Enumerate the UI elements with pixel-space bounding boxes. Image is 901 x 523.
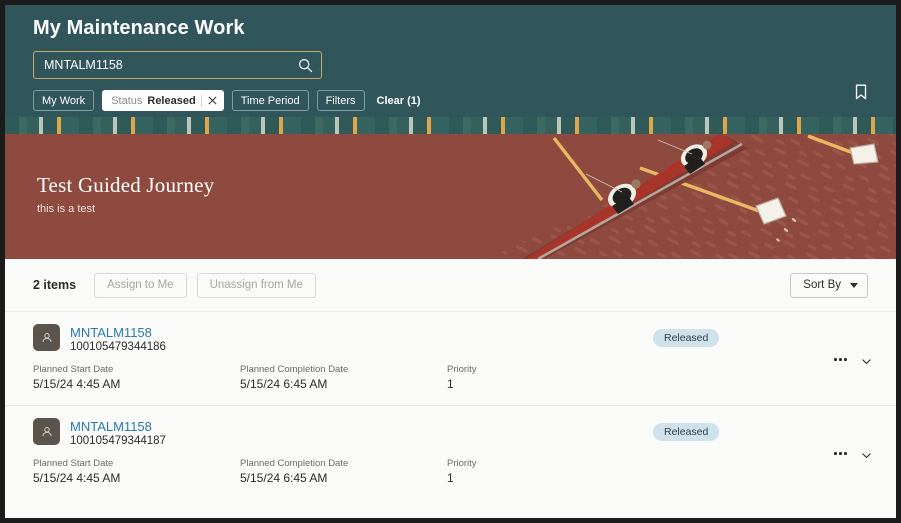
planned-start-date-field: Planned Start Date 5/15/24 4:45 AM [33,364,240,391]
chip-time-period[interactable]: Time Period [231,90,309,111]
priority-field: Priority 1 [447,364,477,391]
chip-filters[interactable]: Filters [316,90,365,111]
chip-my-work[interactable]: My Work [33,90,95,111]
chip-key: Status [111,94,143,107]
rowing-scull-illustration [426,134,896,259]
field-label: Priority [447,458,477,469]
table-row[interactable]: MNTALM1158 100105479344187 Released Plan… [5,405,896,499]
status-badge: Released [653,329,720,347]
field-label: Priority [447,364,477,375]
field-value: 5/15/24 6:45 AM [240,377,328,391]
planned-completion-date-field: Planned Completion Date 5/15/24 6:45 AM [240,364,447,391]
bookmark-icon[interactable] [852,83,870,101]
field-value: 5/15/24 4:45 AM [33,377,121,391]
decorative-pattern-strip [5,117,896,134]
planned-start-date-field: Planned Start Date 5/15/24 4:45 AM [33,458,240,485]
item-count: 2 items [33,278,77,292]
list-toolbar: 2 items Assign to Me Unassign from Me So… [5,259,896,311]
chip-status-released[interactable]: Status Released [102,90,224,111]
clear-filters-link[interactable]: Clear (1) [377,95,421,107]
work-order-id: 100105479344187 [70,435,166,447]
page-header: My Maintenance Work My Work Status Relea… [5,5,896,117]
work-order-list: MNTALM1158 100105479344186 Released Plan… [5,311,896,499]
field-value: 1 [447,377,454,391]
field-value: 1 [447,471,454,485]
page-title: My Maintenance Work [33,17,245,39]
field-label: Planned Start Date [33,364,114,375]
avatar [33,418,60,445]
chevron-down-icon[interactable] [861,354,872,365]
row-actions [831,354,872,365]
sort-by-label: Sort By [803,279,841,291]
planned-completion-date-field: Planned Completion Date 5/15/24 6:45 AM [240,458,447,485]
field-label: Planned Start Date [33,458,114,469]
banner-title: Test Guided Journey [37,173,215,197]
more-options-icon[interactable] [831,449,850,458]
row-actions [831,448,872,459]
chevron-down-icon [850,282,858,288]
field-group: Planned Start Date 5/15/24 4:45 AM Plann… [33,458,868,485]
banner-text: Test Guided Journey this is a test [37,173,214,215]
search-icon[interactable] [298,58,313,73]
close-icon[interactable] [207,95,218,106]
assign-to-me-button[interactable]: Assign to Me [94,272,187,298]
app-window: My Maintenance Work My Work Status Relea… [5,5,896,518]
filter-chip-bar: My Work Status Released Time Period Filt… [33,90,868,111]
field-value: 5/15/24 4:45 AM [33,471,121,485]
guided-journey-banner: Test Guided Journey this is a test [5,117,896,259]
table-row[interactable]: MNTALM1158 100105479344186 Released Plan… [5,311,896,405]
more-options-icon[interactable] [831,355,850,364]
field-value: 5/15/24 6:45 AM [240,471,328,485]
banner-subtitle: this is a test [37,203,96,215]
chip-divider [200,94,202,107]
work-order-link[interactable]: MNTALM1158 [70,419,166,434]
status-badge: Released [653,423,720,441]
work-order-id: 100105479344186 [70,341,166,353]
unassign-from-me-button[interactable]: Unassign from Me [196,272,316,298]
chevron-down-icon[interactable] [861,448,872,459]
priority-field: Priority 1 [447,458,477,485]
field-label: Planned Completion Date [240,364,349,375]
sort-by-button[interactable]: Sort By [790,272,868,298]
field-group: Planned Start Date 5/15/24 4:45 AM Plann… [33,364,868,391]
search-box[interactable] [33,51,322,79]
avatar [33,324,60,351]
chip-value: Released [147,94,196,107]
work-order-link[interactable]: MNTALM1158 [70,325,166,340]
field-label: Planned Completion Date [240,458,349,469]
search-input[interactable] [44,58,298,72]
